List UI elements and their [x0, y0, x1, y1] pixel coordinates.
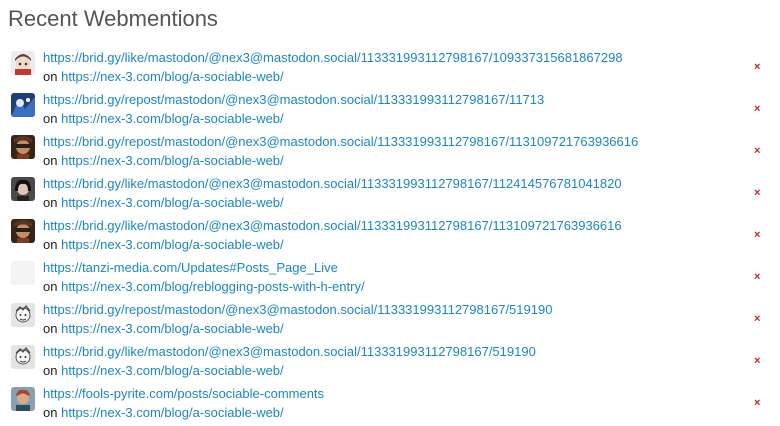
- webmention-item: https://fools-pyrite.com/posts/sociable-…: [0, 384, 780, 426]
- delete-icon[interactable]: ×: [754, 396, 760, 410]
- on-label: on: [43, 279, 58, 294]
- target-link[interactable]: https://nex-3.com/blog/a-sociable-web/: [61, 69, 284, 84]
- delete-icon[interactable]: ×: [754, 312, 760, 326]
- source-link[interactable]: https://brid.gy/repost/mastodon/@nex3@ma…: [43, 92, 544, 107]
- webmention-item: https://brid.gy/like/mastodon/@nex3@mast…: [0, 342, 780, 384]
- target-link[interactable]: https://nex-3.com/blog/a-sociable-web/: [61, 321, 284, 336]
- avatar-anime[interactable]: [11, 51, 35, 75]
- webmention-item: https://brid.gy/repost/mastodon/@nex3@ma…: [0, 90, 780, 132]
- source-link[interactable]: https://brid.gy/like/mastodon/@nex3@mast…: [43, 50, 623, 65]
- target-link[interactable]: https://nex-3.com/blog/reblogging-posts-…: [61, 279, 364, 294]
- source-link[interactable]: https://brid.gy/like/mastodon/@nex3@mast…: [43, 176, 622, 191]
- avatar-sketch[interactable]: [11, 303, 35, 327]
- on-label: on: [43, 69, 58, 84]
- target-link[interactable]: https://nex-3.com/blog/a-sociable-web/: [61, 405, 284, 420]
- avatar-blank[interactable]: [11, 261, 35, 285]
- webmention-item: https://brid.gy/repost/mastodon/@nex3@ma…: [0, 132, 780, 174]
- on-label: on: [43, 405, 58, 420]
- webmention-item: https://brid.gy/repost/mastodon/@nex3@ma…: [0, 300, 780, 342]
- webmention-item: https://tanzi-media.com/Updates#Posts_Pa…: [0, 258, 780, 300]
- on-label: on: [43, 321, 58, 336]
- avatar-masked[interactable]: [11, 219, 35, 243]
- delete-icon[interactable]: ×: [754, 270, 760, 284]
- target-link[interactable]: https://nex-3.com/blog/a-sociable-web/: [61, 153, 284, 168]
- source-link[interactable]: https://tanzi-media.com/Updates#Posts_Pa…: [43, 260, 338, 275]
- delete-icon[interactable]: ×: [754, 60, 760, 74]
- avatar-sketch[interactable]: [11, 345, 35, 369]
- on-label: on: [43, 111, 58, 126]
- webmention-item: https://brid.gy/like/mastodon/@nex3@mast…: [0, 174, 780, 216]
- avatar-masked[interactable]: [11, 135, 35, 159]
- delete-icon[interactable]: ×: [754, 354, 760, 368]
- delete-icon[interactable]: ×: [754, 228, 760, 242]
- on-label: on: [43, 153, 58, 168]
- delete-icon[interactable]: ×: [754, 102, 760, 116]
- webmention-item: https://brid.gy/like/mastodon/@nex3@mast…: [0, 48, 780, 90]
- avatar-portrait[interactable]: [11, 387, 35, 411]
- target-link[interactable]: https://nex-3.com/blog/a-sociable-web/: [61, 195, 284, 210]
- page-title: Recent Webmentions: [8, 6, 218, 31]
- on-label: on: [43, 195, 58, 210]
- target-link[interactable]: https://nex-3.com/blog/a-sociable-web/: [61, 111, 284, 126]
- avatar-dark[interactable]: [11, 177, 35, 201]
- source-link[interactable]: https://fools-pyrite.com/posts/sociable-…: [43, 386, 324, 401]
- source-link[interactable]: https://brid.gy/repost/mastodon/@nex3@ma…: [43, 134, 638, 149]
- on-label: on: [43, 363, 58, 378]
- source-link[interactable]: https://brid.gy/like/mastodon/@nex3@mast…: [43, 344, 536, 359]
- source-link[interactable]: https://brid.gy/repost/mastodon/@nex3@ma…: [43, 302, 552, 317]
- delete-icon[interactable]: ×: [754, 144, 760, 158]
- webmention-item: https://brid.gy/like/mastodon/@nex3@mast…: [0, 216, 780, 258]
- source-link[interactable]: https://brid.gy/like/mastodon/@nex3@mast…: [43, 218, 622, 233]
- target-link[interactable]: https://nex-3.com/blog/a-sociable-web/: [61, 237, 284, 252]
- delete-icon[interactable]: ×: [754, 186, 760, 200]
- avatar-blue[interactable]: [11, 93, 35, 117]
- on-label: on: [43, 237, 58, 252]
- target-link[interactable]: https://nex-3.com/blog/a-sociable-web/: [61, 363, 284, 378]
- webmention-list: https://brid.gy/like/mastodon/@nex3@mast…: [0, 48, 780, 426]
- webmentions-page: Recent Webmentions https://brid.gy/like/…: [0, 0, 780, 424]
